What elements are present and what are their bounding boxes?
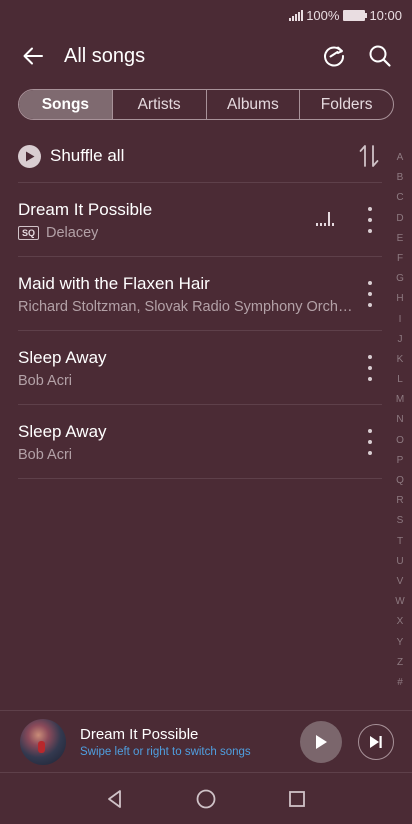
sq-badge: SQ	[18, 226, 40, 240]
next-button[interactable]	[358, 723, 394, 760]
app-header: All songs	[0, 30, 412, 82]
song-artist-line: Bob Acri	[18, 373, 72, 389]
more-options-button[interactable]	[362, 355, 378, 381]
index-letter[interactable]: R	[396, 491, 403, 511]
arrow-left-icon	[23, 47, 43, 65]
index-letter[interactable]: L	[397, 370, 403, 390]
tab-albums[interactable]: Albums	[205, 90, 300, 119]
index-letter[interactable]: Y	[397, 633, 404, 653]
shuffle-all-label: Shuffle all	[50, 146, 125, 165]
index-letter[interactable]: H	[396, 289, 403, 309]
sort-icon	[359, 145, 379, 167]
song-artist-line: SQ Delacey	[18, 225, 98, 241]
song-artist: Bob Acri	[18, 373, 72, 389]
song-title: Sleep Away	[18, 422, 107, 441]
refresh-button[interactable]	[314, 36, 354, 76]
index-letter[interactable]: A	[397, 148, 404, 168]
album-art[interactable]	[20, 718, 66, 765]
tab-songs[interactable]: Songs	[19, 90, 112, 119]
square-recents-icon	[288, 790, 305, 807]
song-artist: Bob Acri	[18, 447, 72, 463]
index-letter[interactable]: J	[398, 330, 403, 350]
index-letter[interactable]: O	[396, 431, 404, 451]
tab-artists[interactable]: Artists	[111, 90, 206, 119]
index-letter[interactable]: Z	[397, 653, 403, 673]
circle-home-icon	[196, 789, 216, 808]
index-letter[interactable]: K	[397, 350, 404, 370]
battery-icon	[343, 9, 368, 21]
song-row[interactable]: Maid with the Flaxen Hair Richard Stoltz…	[0, 257, 412, 331]
index-letter[interactable]: W	[395, 592, 404, 612]
shuffle-all-row[interactable]: Shuffle all	[18, 136, 382, 176]
divider	[18, 478, 382, 479]
now-playing-bar[interactable]: Dream It Possible Swipe left or right to…	[0, 710, 412, 772]
swipe-hint: Swipe left or right to switch songs	[80, 745, 251, 758]
index-letter[interactable]: S	[397, 511, 404, 531]
more-options-button[interactable]	[362, 429, 378, 455]
more-options-button[interactable]	[362, 281, 378, 307]
nav-recents-button[interactable]	[277, 779, 317, 819]
status-bar: 100% 10:00	[0, 0, 412, 30]
more-options-button[interactable]	[362, 207, 378, 233]
song-row[interactable]: Sleep Away Bob Acri	[0, 331, 412, 405]
index-letter[interactable]: D	[396, 209, 403, 229]
now-playing-info: Dream It Possible Swipe left or right to…	[80, 726, 300, 758]
battery-percent: 100%	[306, 7, 340, 23]
song-list: Dream It Possible SQ Delacey Maid with t…	[0, 183, 412, 479]
skip-next-icon	[370, 735, 382, 748]
song-artist: Delacey	[46, 225, 99, 241]
song-title: Dream It Possible	[18, 200, 153, 219]
index-letter[interactable]: P	[397, 451, 404, 471]
index-letter[interactable]: N	[396, 410, 403, 430]
page-title: All songs	[64, 44, 146, 67]
sort-button[interactable]	[356, 143, 382, 169]
search-button[interactable]	[360, 36, 400, 76]
now-playing-eq-icon	[316, 212, 334, 226]
nav-home-button[interactable]	[186, 779, 226, 819]
play-button[interactable]	[300, 720, 342, 763]
index-letter[interactable]: X	[397, 612, 404, 632]
index-letter[interactable]: C	[396, 188, 403, 208]
system-nav-bar	[0, 772, 412, 824]
song-row[interactable]: Sleep Away Bob Acri	[0, 405, 412, 479]
index-letter[interactable]: I	[399, 310, 402, 330]
index-letter[interactable]: V	[397, 572, 404, 592]
nav-back-button[interactable]	[95, 779, 135, 819]
index-letter[interactable]: M	[396, 390, 404, 410]
song-title: Maid with the Flaxen Hair	[18, 274, 210, 293]
index-letter[interactable]: G	[396, 269, 404, 289]
now-playing-title: Dream It Possible	[80, 725, 199, 743]
song-artist-line: Bob Acri	[18, 447, 72, 463]
song-title: Sleep Away	[18, 348, 107, 367]
triangle-back-icon	[108, 789, 122, 808]
refresh-icon	[324, 46, 345, 67]
back-button[interactable]	[13, 36, 53, 76]
song-artist-line: Richard Stoltzman, Slovak Radio Symphony…	[18, 299, 358, 315]
song-row[interactable]: Dream It Possible SQ Delacey	[0, 183, 412, 257]
index-letter[interactable]: E	[397, 229, 404, 249]
alphabet-index[interactable]: A B C D E F G H I J K L M N O P Q R S T …	[394, 148, 406, 693]
index-letter[interactable]: T	[397, 532, 403, 552]
screen: 100% 10:00 All songs Songs Artists Album…	[0, 0, 412, 824]
index-letter[interactable]: B	[397, 168, 404, 188]
signal-icon	[289, 9, 304, 21]
song-artist: Richard Stoltzman, Slovak Radio Symphony…	[18, 299, 358, 315]
index-letter[interactable]: F	[397, 249, 403, 269]
play-circle-icon	[18, 144, 41, 168]
category-tabs: Songs Artists Albums Folders	[18, 89, 394, 120]
play-icon	[316, 734, 327, 749]
index-letter[interactable]: Q	[396, 471, 404, 491]
clock: 10:00	[369, 7, 402, 23]
index-letter[interactable]: U	[396, 552, 403, 572]
search-icon	[369, 45, 391, 67]
tab-folders[interactable]: Folders	[299, 90, 393, 119]
index-letter[interactable]: #	[397, 673, 403, 693]
